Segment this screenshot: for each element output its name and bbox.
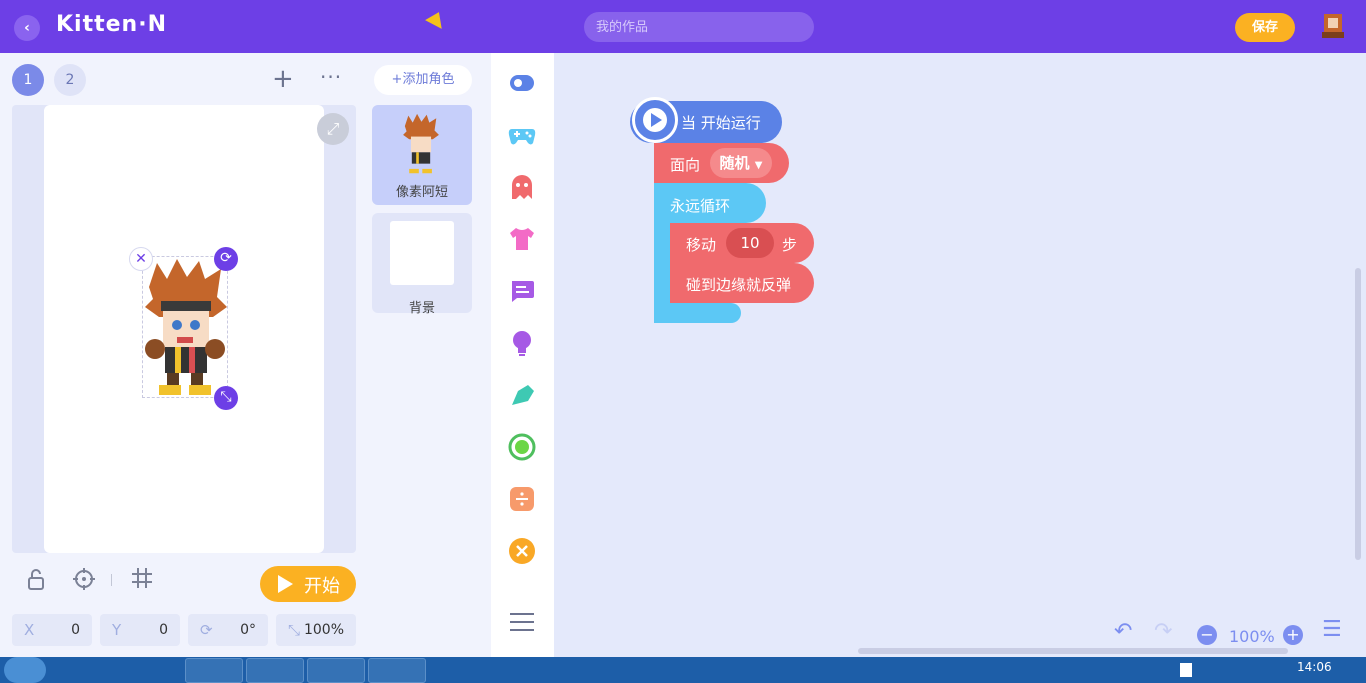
- volume-icon[interactable]: [1230, 663, 1242, 677]
- start-event-label: 当 开始运行: [681, 114, 761, 132]
- resize-icon[interactable]: ⤡: [214, 386, 238, 410]
- move-unit: 步: [782, 236, 798, 254]
- sensing-category-icon[interactable]: [508, 433, 536, 461]
- x-label: X: [24, 621, 35, 639]
- top-bar: ‹ Kitten·N 保存: [0, 0, 1366, 53]
- scale-field[interactable]: ⤡ 100%: [276, 614, 356, 646]
- windows-start-icon[interactable]: [4, 657, 46, 683]
- lock-icon[interactable]: [26, 568, 46, 595]
- save-button[interactable]: 保存: [1235, 13, 1295, 42]
- kitten-app-icon[interactable]: [246, 658, 304, 683]
- direction-value: 随机: [719, 154, 750, 172]
- y-label: Y: [112, 621, 122, 639]
- sprite-character: [145, 259, 227, 395]
- x-value: 0: [71, 622, 80, 638]
- sprite-selection-box[interactable]: [142, 256, 228, 398]
- bounce-edge-block[interactable]: 碰到边缘就反弹: [670, 263, 814, 303]
- ghost-category-icon[interactable]: [508, 173, 536, 201]
- y-value: 0: [159, 622, 168, 638]
- play-icon: [278, 575, 293, 593]
- forever-loop-block[interactable]: 永远循环: [654, 183, 766, 223]
- crosshair-icon[interactable]: [73, 568, 95, 595]
- face-direction-block[interactable]: 面向 随机 ▼: [654, 143, 789, 183]
- start-button[interactable]: 开始: [260, 566, 356, 602]
- scale-value: 100%: [303, 622, 344, 638]
- explorer-icon[interactable]: [185, 658, 243, 683]
- scene-tab-2[interactable]: 2: [54, 64, 86, 96]
- background-thumbnail: [390, 221, 454, 285]
- rotation-field[interactable]: ⟳ 0°: [188, 614, 268, 646]
- redo-icon[interactable]: ↷: [1154, 619, 1172, 644]
- rotate-icon[interactable]: ⟳: [214, 247, 238, 271]
- play-icon: [632, 97, 678, 143]
- edge-icon[interactable]: [60, 658, 118, 683]
- project-title-input[interactable]: [584, 12, 814, 42]
- more-icon[interactable]: ···: [320, 67, 342, 87]
- loop-end: [654, 303, 741, 323]
- rotation-value: 0°: [240, 622, 256, 638]
- app-logo: Kitten·N: [56, 12, 167, 37]
- bounce-label: 碰到边缘就反弹: [686, 276, 792, 294]
- zoom-in-icon[interactable]: +: [1283, 625, 1303, 645]
- horizontal-scrollbar[interactable]: [858, 648, 1288, 654]
- zoom-level: 100%: [1229, 627, 1275, 646]
- face-label: 面向: [670, 156, 701, 174]
- network-icon[interactable]: [1205, 663, 1217, 677]
- category-bar: [491, 53, 554, 657]
- move-block[interactable]: 移动 10 步: [670, 223, 814, 263]
- vertical-scrollbar[interactable]: [1355, 268, 1361, 560]
- kitten-n-icon[interactable]: [368, 658, 426, 683]
- start-label: 开始: [304, 576, 340, 597]
- operators-category-icon[interactable]: [508, 485, 536, 513]
- cursor-icon: [425, 12, 447, 34]
- rotation-icon: ⟳: [200, 621, 213, 639]
- move-steps-input[interactable]: 10: [726, 228, 774, 258]
- chrome-icon[interactable]: [307, 658, 365, 683]
- sprite-name: 像素阿短: [395, 185, 448, 200]
- align-blocks-icon[interactable]: ☰: [1322, 617, 1342, 642]
- y-field[interactable]: Y 0: [100, 614, 180, 646]
- events-category-icon[interactable]: [508, 69, 536, 97]
- x-field[interactable]: X 0: [12, 614, 92, 646]
- delete-sprite-icon[interactable]: ✕: [129, 247, 153, 271]
- background-name: 背景: [408, 301, 435, 316]
- menu-icon[interactable]: [510, 613, 534, 637]
- pen-category-icon[interactable]: [508, 381, 536, 409]
- add-sprite-button[interactable]: +添加角色: [374, 65, 472, 95]
- undo-icon[interactable]: ↶: [1114, 619, 1132, 644]
- zoom-out-icon[interactable]: −: [1197, 625, 1217, 645]
- variables-category-icon[interactable]: [508, 537, 536, 565]
- os-taskbar: 14:06: [0, 657, 1366, 683]
- scale-icon: ⤡: [288, 621, 301, 639]
- start-event-block[interactable]: 当 开始运行: [630, 97, 782, 143]
- bulb-category-icon[interactable]: [508, 329, 536, 357]
- direction-dropdown[interactable]: 随机 ▼: [710, 148, 772, 178]
- grid-icon[interactable]: [132, 568, 152, 593]
- tray-app-icon[interactable]: [1180, 663, 1192, 677]
- chevron-down-icon: ▼: [754, 160, 763, 171]
- sprite-thumbnail: [403, 113, 439, 174]
- back-button[interactable]: ‹: [14, 15, 40, 41]
- scene-tab-1[interactable]: 1: [12, 64, 44, 96]
- background-card[interactable]: 背景: [372, 213, 472, 316]
- plus-icon[interactable]: +: [272, 65, 294, 93]
- fullscreen-icon[interactable]: ⤢: [317, 113, 349, 145]
- dialogue-category-icon[interactable]: [508, 277, 536, 305]
- user-avatar[interactable]: [1318, 10, 1348, 42]
- taskbar-clock[interactable]: 14:06: [1297, 660, 1332, 674]
- tool-divider: [111, 574, 112, 586]
- wechat-icon[interactable]: [124, 658, 182, 683]
- shirt-category-icon[interactable]: [508, 225, 536, 253]
- loop-label: 永远循环: [670, 197, 731, 215]
- sprite-list-panel: +添加角色 像素阿短 背景: [364, 53, 491, 657]
- move-label: 移动: [686, 236, 717, 254]
- gamepad-category-icon[interactable]: [508, 121, 536, 149]
- loop-body: [654, 223, 670, 303]
- code-workspace[interactable]: 当 开始运行 面向 随机 ▼ 永远循环 移动 10 步 碰到边缘就反弹 ↶ ↷ …: [554, 53, 1366, 657]
- sprite-card[interactable]: 像素阿短: [372, 105, 472, 205]
